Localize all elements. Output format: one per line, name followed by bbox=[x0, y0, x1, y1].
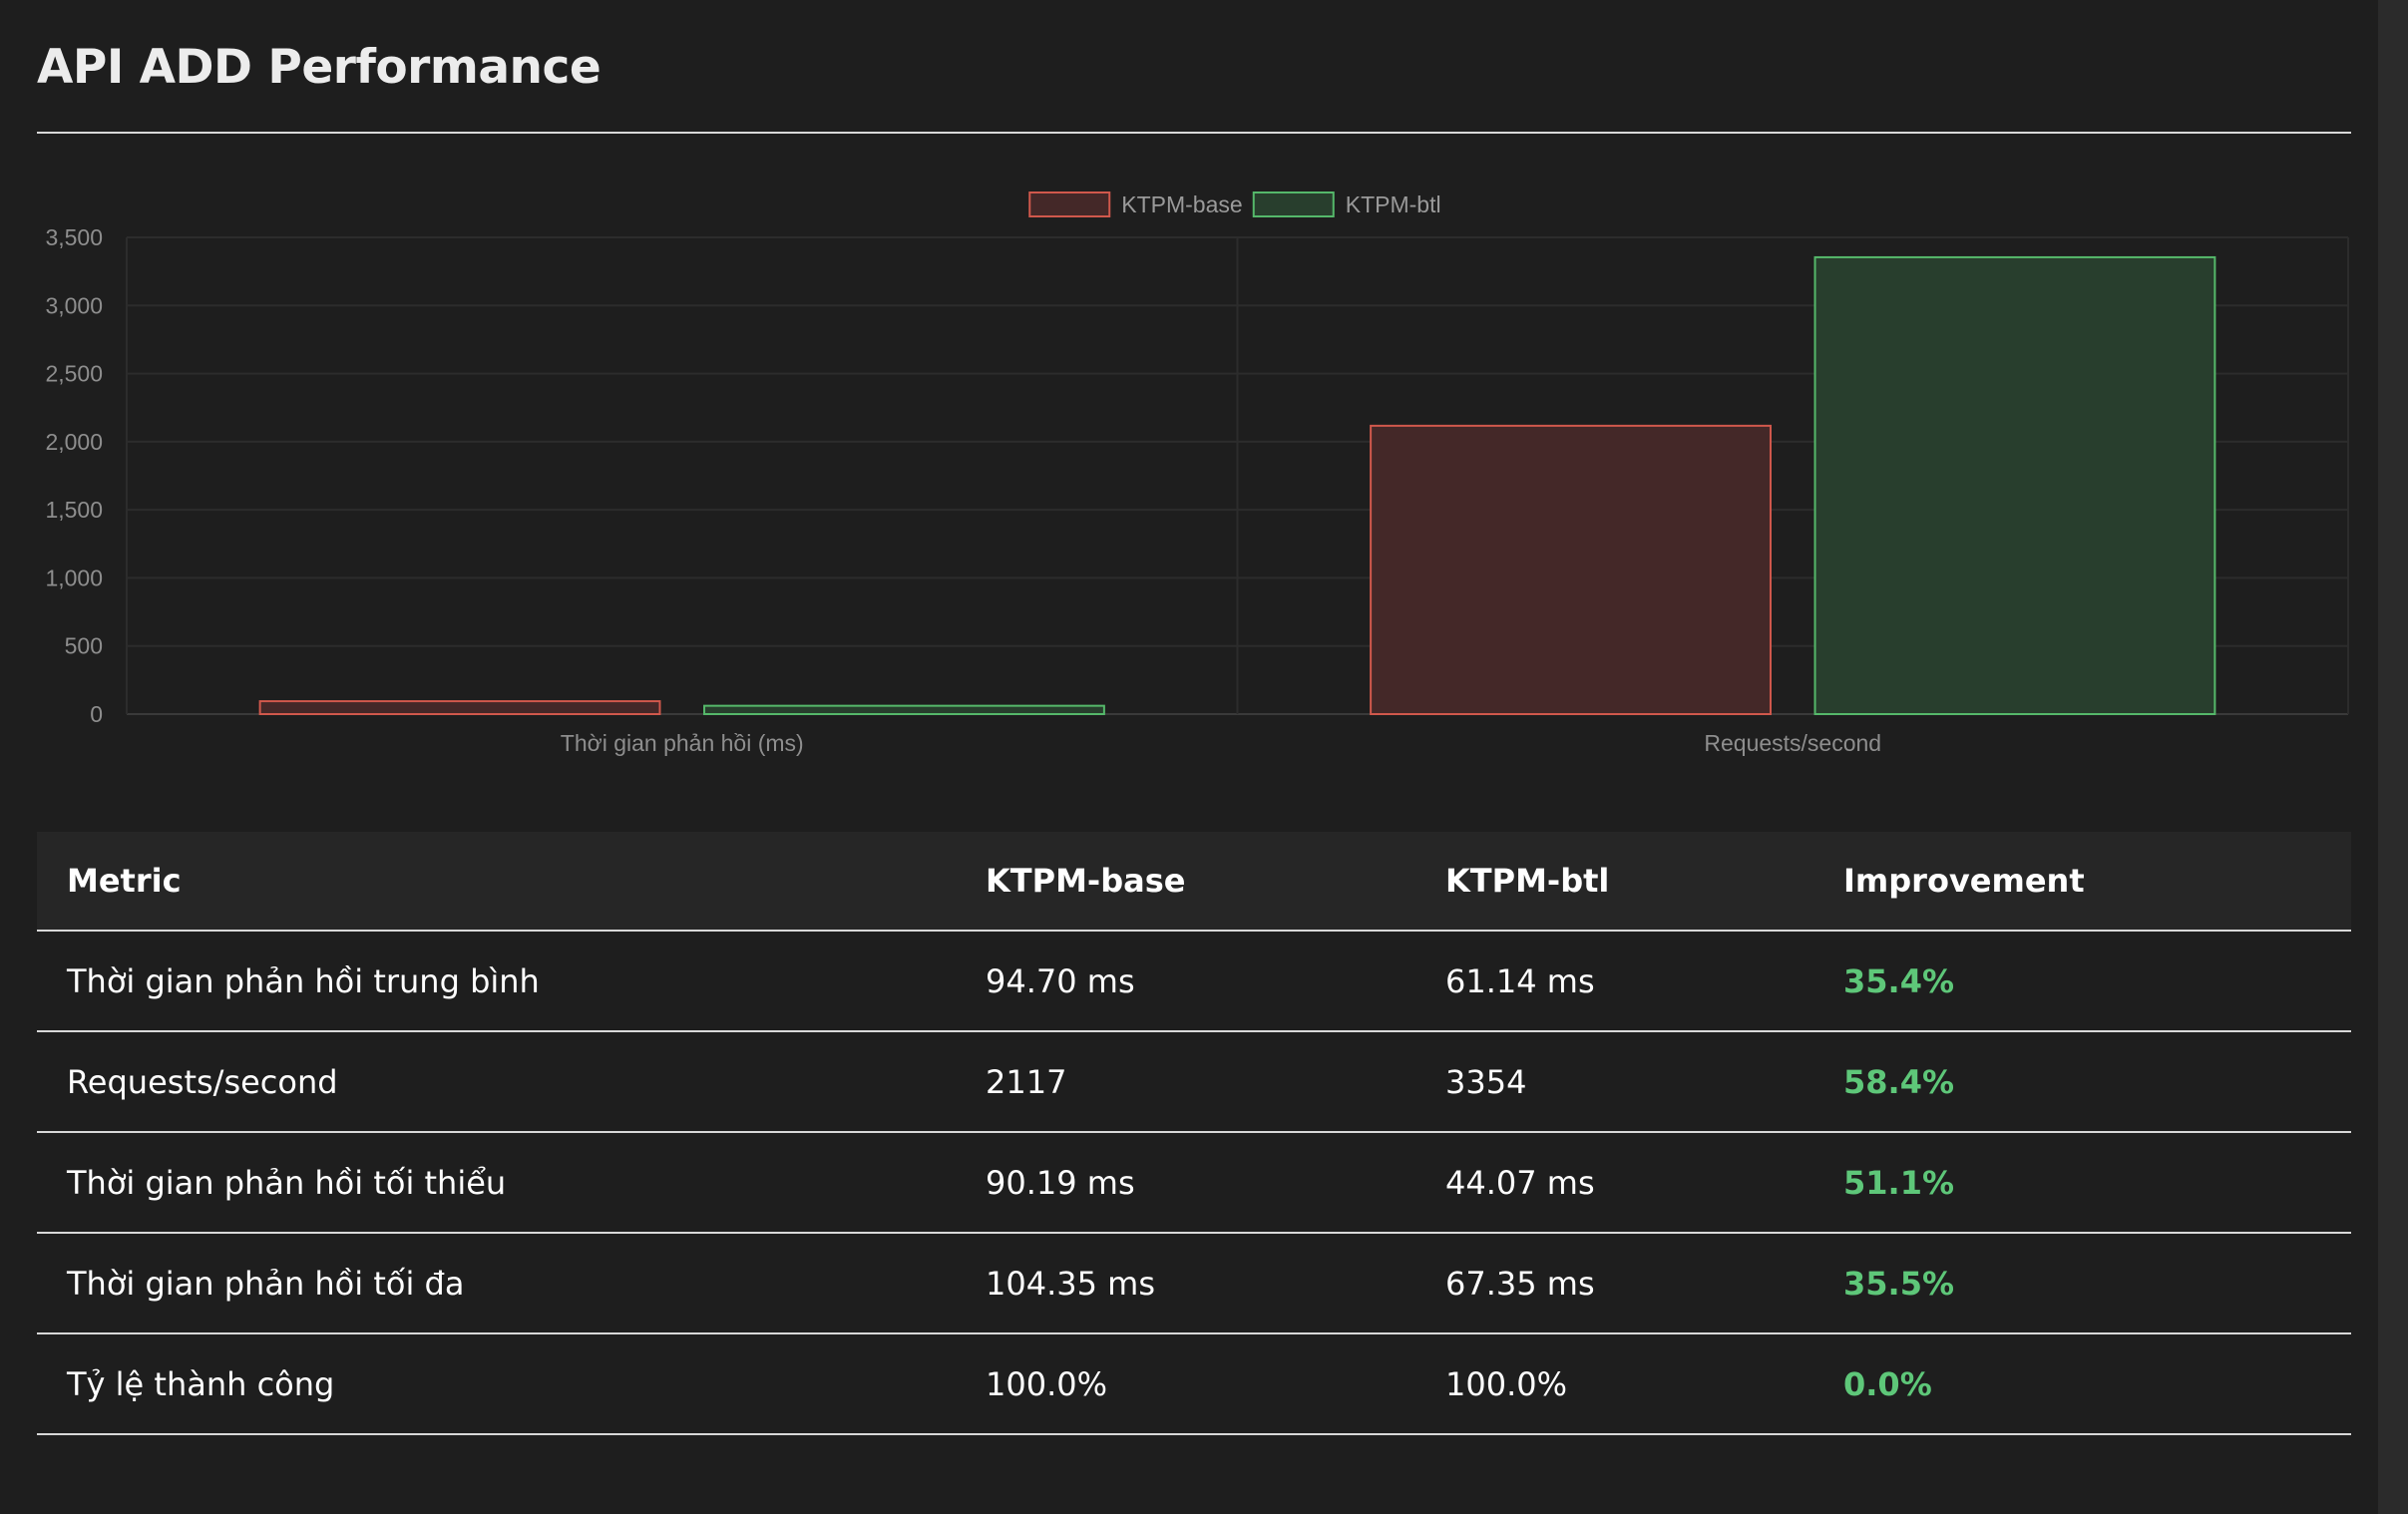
cell-ktpm-btl: 44.07 ms bbox=[1415, 1132, 1813, 1234]
bar bbox=[703, 704, 1105, 716]
table-row: Thời gian phản hồi tối đa 104.35 ms 67.3… bbox=[37, 1233, 2351, 1334]
x-tick-label: Thời gian phản hồi (ms) bbox=[561, 730, 804, 756]
table-row: Requests/second 2117 3354 58.4% bbox=[37, 1031, 2351, 1133]
cell-ktpm-base: 90.19 ms bbox=[956, 1132, 1415, 1234]
y-tick-label: 0 bbox=[90, 701, 103, 727]
table-row: Thời gian phản hồi trung bình 94.70 ms 6… bbox=[37, 931, 2351, 1032]
cell-metric: Thời gian phản hồi tối đa bbox=[37, 1233, 956, 1334]
bar-chart: 0 500 1,000 1,500 2,000 2,500 3,000 3,500 Thời g… bbox=[45, 191, 2349, 756]
cell-improvement: 35.5% bbox=[1813, 1233, 2351, 1334]
cell-ktpm-base: 2117 bbox=[956, 1031, 1415, 1133]
x-tick-label: Requests/second bbox=[1704, 730, 1881, 756]
table-row: Thời gian phản hồi tối thiểu 90.19 ms 44… bbox=[37, 1132, 2351, 1234]
header-metric: Metric bbox=[37, 832, 956, 932]
cell-ktpm-btl: 100.0% bbox=[1415, 1333, 1813, 1435]
y-tick-label: 1,500 bbox=[45, 497, 103, 523]
y-tick-label: 2,000 bbox=[45, 429, 103, 455]
cell-ktpm-btl: 3354 bbox=[1415, 1031, 1813, 1133]
bar bbox=[258, 700, 661, 716]
legend-label: KTPM-btl bbox=[1346, 191, 1441, 217]
cell-improvement: 35.4% bbox=[1813, 931, 2351, 1032]
metrics-table: Metric KTPM-base KTPM-btl Improvement Th… bbox=[37, 832, 2351, 1435]
header-ktpm-base: KTPM-base bbox=[956, 832, 1415, 932]
cell-ktpm-btl: 61.14 ms bbox=[1415, 931, 1813, 1032]
page-title: API ADD Performance bbox=[37, 40, 602, 95]
cell-metric: Tỷ lệ thành công bbox=[37, 1333, 956, 1435]
cell-improvement: 58.4% bbox=[1813, 1031, 2351, 1133]
y-tick-label: 500 bbox=[65, 633, 103, 659]
header-ktpm-btl: KTPM-btl bbox=[1415, 832, 1813, 932]
report-panel: API ADD Performance 0 500 1,000 1,500 2,000 2… bbox=[0, 0, 2378, 1514]
cell-metric: Thời gian phản hồi tối thiểu bbox=[37, 1132, 956, 1234]
title-divider bbox=[37, 132, 2351, 134]
cell-ktpm-btl: 67.35 ms bbox=[1415, 1233, 1813, 1334]
cell-metric: Requests/second bbox=[37, 1031, 956, 1133]
y-tick-label: 3,500 bbox=[45, 224, 103, 250]
cell-metric: Thời gian phản hồi trung bình bbox=[37, 931, 956, 1032]
chart-legend[interactable]: KTPM-base KTPM-btl bbox=[1028, 191, 1441, 217]
cell-ktpm-base: 94.70 ms bbox=[956, 931, 1415, 1032]
bar bbox=[1370, 424, 1772, 715]
y-tick-label: 2,500 bbox=[45, 361, 103, 387]
y-tick-label: 1,000 bbox=[45, 565, 103, 590]
cell-ktpm-base: 104.35 ms bbox=[956, 1233, 1415, 1334]
bar bbox=[1813, 255, 2216, 716]
header-improvement: Improvement bbox=[1813, 832, 2351, 932]
y-tick-label: 3,000 bbox=[45, 292, 103, 318]
legend-swatch bbox=[1028, 191, 1111, 217]
legend-swatch bbox=[1252, 191, 1335, 217]
legend-label: KTPM-base bbox=[1121, 191, 1242, 217]
cell-improvement: 51.1% bbox=[1813, 1132, 2351, 1234]
cell-improvement: 0.0% bbox=[1813, 1333, 2351, 1435]
table-row: Tỷ lệ thành công 100.0% 100.0% 0.0% bbox=[37, 1333, 2351, 1435]
table-header-row: Metric KTPM-base KTPM-btl Improvement bbox=[37, 832, 2351, 932]
cell-ktpm-base: 100.0% bbox=[956, 1333, 1415, 1435]
